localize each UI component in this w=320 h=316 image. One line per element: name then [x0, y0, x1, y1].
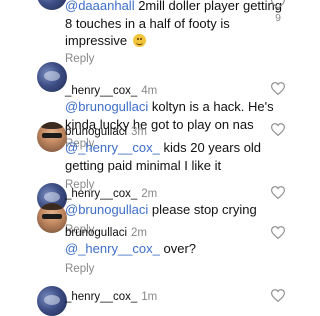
comment-text: @_henry__cox_ kids 20 years old	[65, 140, 262, 155]
heart-icon[interactable]	[271, 186, 285, 199]
comment-text: @_henry__cox_ over?	[65, 241, 197, 256]
heart-icon[interactable]	[271, 289, 285, 302]
username-link[interactable]: _henry__cox_	[65, 188, 137, 200]
mention-link[interactable]: @_henry__cox_	[65, 140, 160, 155]
comment-text: impressive	[65, 32, 146, 49]
heart-icon[interactable]	[271, 0, 285, 9]
heart-icon[interactable]	[271, 123, 285, 136]
comment-text: @brunogullaci please stop crying	[65, 202, 257, 217]
timestamp: 2m	[131, 227, 147, 239]
timestamp: 2m	[141, 188, 158, 200]
like-count: 9	[275, 12, 281, 24]
reply-button[interactable]: Reply	[65, 262, 94, 276]
heart-icon[interactable]	[271, 226, 285, 239]
mention-link[interactable]: @brunogullaci	[65, 99, 148, 114]
timestamp: 4m	[141, 85, 158, 97]
username-link[interactable]: brunogullaci	[65, 227, 127, 239]
comment-header: brunogullaci 3m	[65, 125, 147, 139]
avatar[interactable]	[37, 122, 67, 152]
mention-link[interactable]: @_henry__cox_	[65, 241, 160, 256]
mention-link[interactable]: @daaanhall	[65, 0, 135, 13]
username-link[interactable]: _henry__cox_	[65, 85, 137, 97]
comment-text: getting paid minimal I like it	[65, 158, 222, 173]
comment-text: @daaanhall 2mill doller player getting	[65, 0, 282, 13]
mention-link[interactable]: @brunogullaci	[65, 202, 148, 217]
avatar[interactable]	[37, 203, 67, 233]
avatar[interactable]	[37, 62, 67, 92]
comment-header: _henry__cox_ 2m	[65, 187, 157, 201]
reply-button[interactable]: Reply	[65, 52, 94, 66]
avatar[interactable]	[37, 0, 67, 10]
timestamp: 3m	[131, 126, 147, 138]
avatar[interactable]	[37, 286, 67, 316]
grimacing-face-emoji	[132, 34, 146, 47]
comment-header: _henry__cox_ 4m	[65, 84, 157, 98]
comment-text: 8 touches in a half of footy is	[65, 16, 230, 31]
username-link[interactable]: brunogullaci	[65, 126, 127, 138]
timestamp: 1m	[141, 291, 158, 303]
comment-header: _henry__cox_ 1m	[65, 290, 157, 304]
heart-icon[interactable]	[271, 82, 285, 95]
comment-thread: @daaanhall 2mill doller player getting 8…	[0, 0, 300, 316]
comment-text: @brunogullaci koltyn is a hack. He's	[65, 99, 274, 114]
comment-header: brunogullaci 2m	[65, 226, 147, 240]
username-link[interactable]: _henry__cox_	[65, 291, 137, 303]
